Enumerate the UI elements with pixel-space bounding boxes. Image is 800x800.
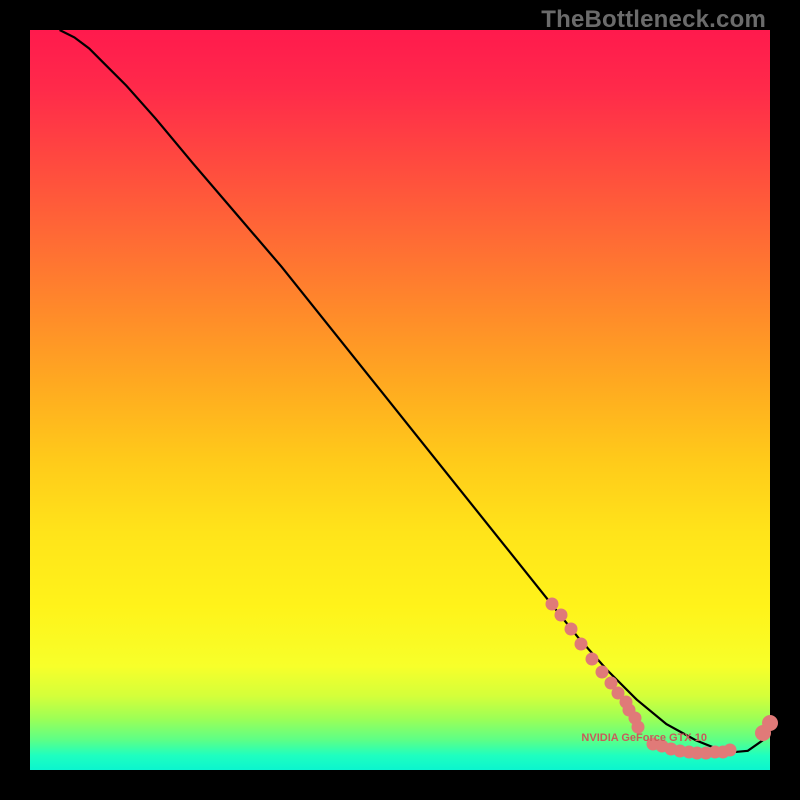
series-label: NVIDIA GeForce GTX 10 <box>581 732 707 744</box>
data-point <box>586 653 599 666</box>
data-point <box>575 638 588 651</box>
bottleneck-curve <box>30 30 770 770</box>
data-point <box>762 715 778 731</box>
chart-stage: TheBottleneck.com NVIDIA GeForce GTX 10 <box>0 0 800 800</box>
data-point <box>564 623 577 636</box>
plot-area: NVIDIA GeForce GTX 10 <box>30 30 770 770</box>
data-point <box>555 608 568 621</box>
data-point <box>724 744 737 757</box>
data-point <box>545 597 558 610</box>
